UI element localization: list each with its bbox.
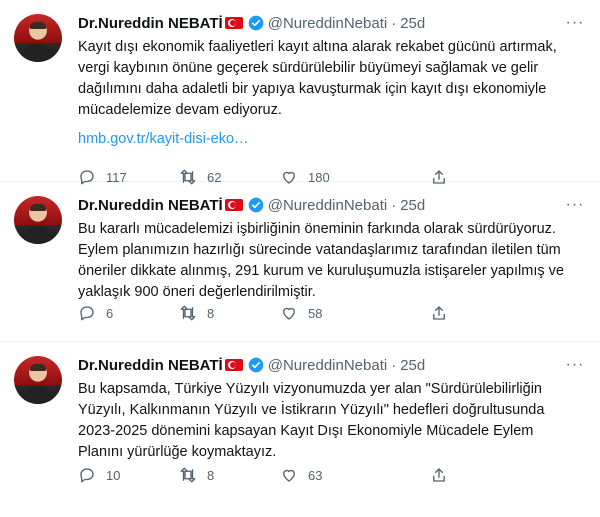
retweet-icon — [180, 467, 196, 483]
like-icon — [283, 307, 295, 320]
retweet-button[interactable]: 8 — [179, 466, 280, 484]
more-options-icon[interactable]: ··· — [564, 194, 586, 216]
author-name[interactable]: Dr.Nureddin NEBATİ — [78, 197, 223, 214]
turkey-flag-icon — [224, 359, 243, 371]
tweet-timestamp[interactable]: 25d — [400, 15, 425, 32]
turkey-flag-icon — [224, 199, 243, 211]
author-name[interactable]: Dr.Nureddin NEBATİ — [78, 357, 223, 374]
more-options-icon[interactable]: ··· — [564, 354, 586, 376]
separator-dot: · — [391, 356, 397, 374]
retweet-icon — [180, 305, 196, 321]
tweet[interactable]: Dr.Nureddin NEBATİ @NureddinNebati · 25d… — [0, 0, 600, 185]
avatar[interactable] — [14, 356, 62, 404]
retweet-count: 8 — [207, 305, 215, 321]
separator-dot: · — [391, 14, 397, 32]
share-icon — [433, 468, 445, 482]
author-handle[interactable]: @NureddinNebati — [268, 357, 387, 374]
tweet-text: Kayıt dışı ekonomik faaliyetleri kayıt a… — [78, 39, 557, 118]
tweet[interactable]: Dr.Nureddin NEBATİ @NureddinNebati · 25d… — [0, 342, 600, 517]
share-button[interactable] — [430, 466, 448, 484]
like-count: 63 — [308, 467, 323, 483]
avatar[interactable] — [14, 196, 62, 244]
reply-count: 6 — [106, 305, 114, 321]
separator-dot: · — [391, 196, 397, 214]
reply-icon — [80, 306, 94, 321]
tweet-timestamp[interactable]: 25d — [400, 357, 425, 374]
tweet-timestamp[interactable]: 25d — [400, 197, 425, 214]
verified-badge-icon — [248, 15, 264, 31]
tweet-text: Bu kapsamda, Türkiye Yüzyılı vizyonumuzd… — [78, 381, 545, 460]
retweet-button[interactable]: 8 — [179, 304, 280, 322]
share-icon — [433, 306, 445, 320]
reply-button[interactable]: 6 — [78, 304, 179, 322]
like-count: 58 — [308, 305, 323, 321]
more-options-icon[interactable]: ··· — [564, 12, 586, 34]
retweet-count: 8 — [207, 467, 215, 483]
reply-button[interactable]: 10 — [78, 466, 179, 484]
tweet-text: Bu kararlı mücadelemizi işbirliğinin öne… — [78, 221, 564, 300]
verified-badge-icon — [248, 197, 264, 213]
author-name[interactable]: Dr.Nureddin NEBATİ — [78, 15, 223, 32]
verified-badge-icon — [248, 357, 264, 373]
tweet[interactable]: Dr.Nureddin NEBATİ @NureddinNebati · 25d… — [0, 182, 600, 342]
turkey-flag-icon — [224, 17, 243, 29]
reply-icon — [80, 468, 94, 483]
reply-count: 10 — [106, 467, 121, 483]
avatar[interactable] — [14, 14, 62, 62]
share-button[interactable] — [430, 304, 448, 322]
like-button[interactable]: 58 — [280, 304, 381, 322]
like-icon — [283, 469, 295, 482]
tweet-link[interactable]: hmb.gov.tr/kayit-disi-eko… — [78, 131, 586, 147]
author-handle[interactable]: @NureddinNebati — [268, 197, 387, 214]
like-button[interactable]: 63 — [280, 466, 381, 484]
author-handle[interactable]: @NureddinNebati — [268, 15, 387, 32]
